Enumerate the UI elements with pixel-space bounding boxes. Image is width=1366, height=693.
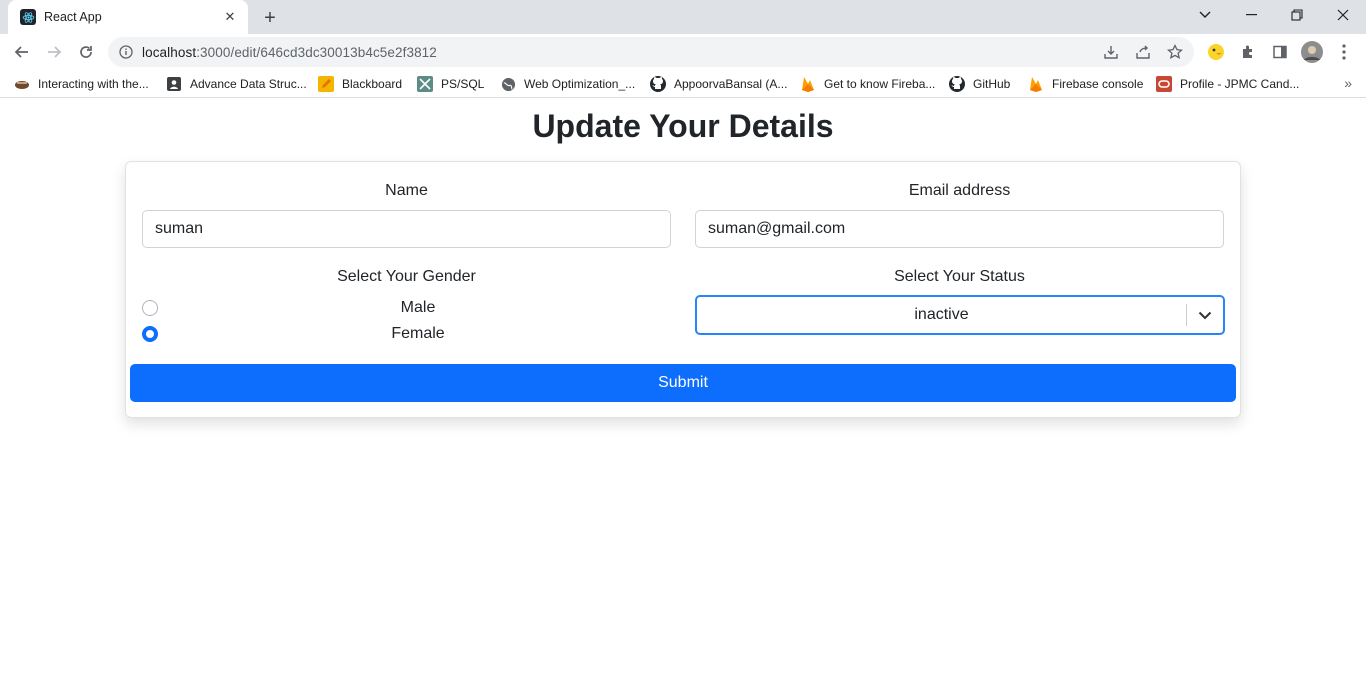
bookmark-label: Web Optimization_... <box>524 77 636 91</box>
name-label: Name <box>385 182 428 199</box>
close-window-icon[interactable] <box>1329 4 1357 26</box>
browser-tab[interactable]: React App ✕ <box>8 0 248 34</box>
gender-option-female[interactable]: Female <box>142 323 678 345</box>
email-input[interactable]: suman@gmail.com <box>695 210 1224 248</box>
status-selected-value: inactive <box>914 306 969 323</box>
site-info-icon[interactable] <box>118 44 134 60</box>
bookmark-label: Interacting with the... <box>38 77 149 91</box>
new-tab-plus-icon[interactable]: + <box>258 6 282 30</box>
bookmark-item[interactable]: Profile - JPMC Cand... <box>1156 74 1299 94</box>
update-form-card: Name suman Email address suman@gmail.com… <box>125 161 1241 418</box>
extension-duck-icon[interactable] <box>1205 41 1227 63</box>
extensions-puzzle-icon[interactable] <box>1237 41 1259 63</box>
male-radio[interactable] <box>142 300 158 316</box>
menu-kebab-icon[interactable] <box>1333 41 1355 63</box>
email-label: Email address <box>908 182 1011 199</box>
react-favicon-icon <box>20 9 36 25</box>
bookmarks-bar: Interacting with the... Advance Data Str… <box>0 70 1366 98</box>
tab-search-chevron-icon[interactable] <box>1191 4 1219 26</box>
bookmark-label: Blackboard <box>342 77 403 91</box>
back-arrow-icon[interactable] <box>9 39 35 65</box>
url-path: :3000/edit/646cd3dc30013b4c5e2f3812 <box>196 44 437 60</box>
share-icon[interactable] <box>1132 42 1154 62</box>
bookmark-item[interactable]: PS/SQL <box>417 74 484 94</box>
browser-toolbar: localhost:3000/edit/646cd3dc30013b4c5e2f… <box>0 34 1366 70</box>
pencil-icon <box>318 76 334 92</box>
forward-arrow-icon[interactable] <box>41 39 67 65</box>
bookmark-item[interactable]: GitHub <box>949 74 1010 94</box>
bookmark-item[interactable]: Interacting with the... <box>14 74 149 94</box>
tab-strip: React App ✕ + <box>0 0 1366 34</box>
female-radio-label: Female <box>391 325 445 342</box>
name-input[interactable]: suman <box>142 210 671 248</box>
globe-icon <box>500 76 516 92</box>
reload-icon[interactable] <box>73 39 99 65</box>
bookmark-label: Advance Data Struc... <box>190 77 307 91</box>
bookmark-label: AppoorvaBansal (A... <box>674 77 788 91</box>
tab-title: React App <box>44 10 102 24</box>
bookmark-reading-icon <box>14 76 30 92</box>
bookmark-item[interactable]: Get to know Fireba... <box>800 74 935 94</box>
github-icon <box>949 76 965 92</box>
bookmark-label: Firebase console <box>1052 77 1144 91</box>
oracle-icon <box>1156 76 1172 92</box>
sql-icon <box>417 76 433 92</box>
profile-avatar[interactable] <box>1301 41 1323 63</box>
gender-label: Select Your Gender <box>337 268 476 285</box>
male-radio-label: Male <box>400 299 436 316</box>
contact-card-icon <box>166 76 182 92</box>
bookmark-label: GitHub <box>973 77 1011 91</box>
status-label: Select Your Status <box>894 268 1025 285</box>
restore-icon[interactable] <box>1283 4 1311 26</box>
url-host: localhost <box>142 44 197 60</box>
bookmark-item[interactable]: AppoorvaBansal (A... <box>650 74 787 94</box>
bookmark-label: Profile - JPMC Cand... <box>1180 77 1300 91</box>
gender-option-male[interactable]: Male <box>142 297 678 319</box>
address-bar[interactable]: localhost:3000/edit/646cd3dc30013b4c5e2f… <box>108 37 1194 67</box>
firebase-icon <box>1028 76 1044 92</box>
firebase-icon <box>800 76 816 92</box>
minimize-icon[interactable] <box>1237 4 1265 26</box>
bookmark-label: PS/SQL <box>441 77 485 91</box>
url-text: localhost:3000/edit/646cd3dc30013b4c5e2f… <box>142 45 437 60</box>
bookmark-item[interactable]: Web Optimization_... <box>500 74 635 94</box>
chevron-down-icon[interactable] <box>1187 297 1223 333</box>
bookmark-item[interactable]: Blackboard <box>318 74 402 94</box>
female-radio[interactable] <box>142 326 158 342</box>
side-panel-icon[interactable] <box>1269 41 1291 63</box>
status-select[interactable]: inactive <box>695 295 1225 335</box>
bookmark-item[interactable]: Firebase console <box>1028 74 1143 94</box>
install-app-icon[interactable] <box>1100 42 1122 62</box>
tab-close-icon[interactable]: ✕ <box>222 9 238 25</box>
bookmark-item[interactable]: Advance Data Struc... <box>166 74 307 94</box>
bookmark-star-icon[interactable] <box>1164 42 1186 62</box>
bookmark-label: Get to know Fireba... <box>824 77 936 91</box>
page-title: Update Your Details <box>532 108 834 144</box>
github-icon <box>650 76 666 92</box>
more-bookmarks-chevron-icon[interactable]: » <box>1344 75 1352 91</box>
submit-button[interactable]: Submit <box>130 364 1236 402</box>
